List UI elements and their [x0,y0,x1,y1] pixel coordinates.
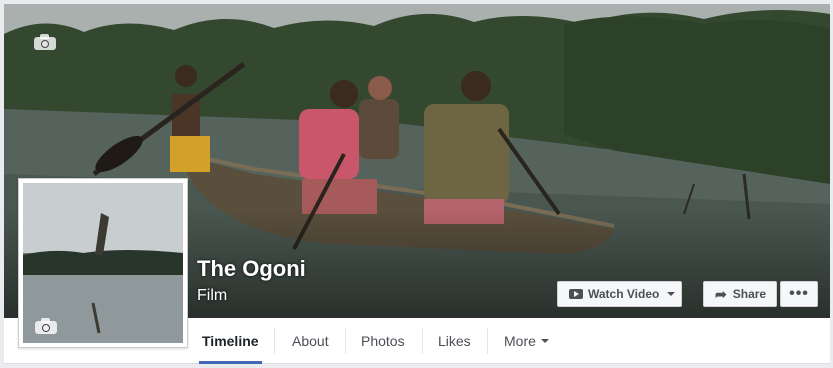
more-dots-icon: ••• [789,285,809,302]
chevron-down-icon [667,292,676,296]
profile-picture[interactable] [23,183,183,343]
camera-icon[interactable] [35,318,57,334]
tab-label: Timeline [202,333,259,349]
more-actions-button[interactable]: ••• [780,281,818,307]
page-header: The Ogoni Film Watch Video ➦ Share ••• T… [0,0,833,368]
watch-video-label: Watch Video [588,287,660,301]
profile-picture-frame[interactable] [18,178,188,348]
share-arrow-icon: ➦ [715,286,727,302]
tab-label: Likes [438,333,471,349]
tab-likes[interactable]: Likes [438,318,471,364]
tab-about[interactable]: About [292,318,329,364]
tab-more[interactable]: More [504,318,549,364]
tab-label: More [504,333,536,349]
share-label: Share [732,287,767,301]
share-button[interactable]: ➦ Share [703,281,777,307]
camera-icon[interactable] [34,34,56,50]
tab-divider [487,328,488,354]
tab-divider [274,328,275,354]
video-play-icon [569,289,583,299]
tab-divider [345,328,346,354]
tab-timeline[interactable]: Timeline [199,318,262,364]
watch-video-button[interactable]: Watch Video [557,281,682,307]
tab-divider [422,328,423,354]
page-category[interactable]: Film [197,287,227,305]
chevron-down-icon [540,339,549,343]
tab-label: About [292,333,329,349]
tab-photos[interactable]: Photos [361,318,405,364]
tab-label: Photos [361,333,405,349]
page-title: The Ogoni [197,256,306,281]
